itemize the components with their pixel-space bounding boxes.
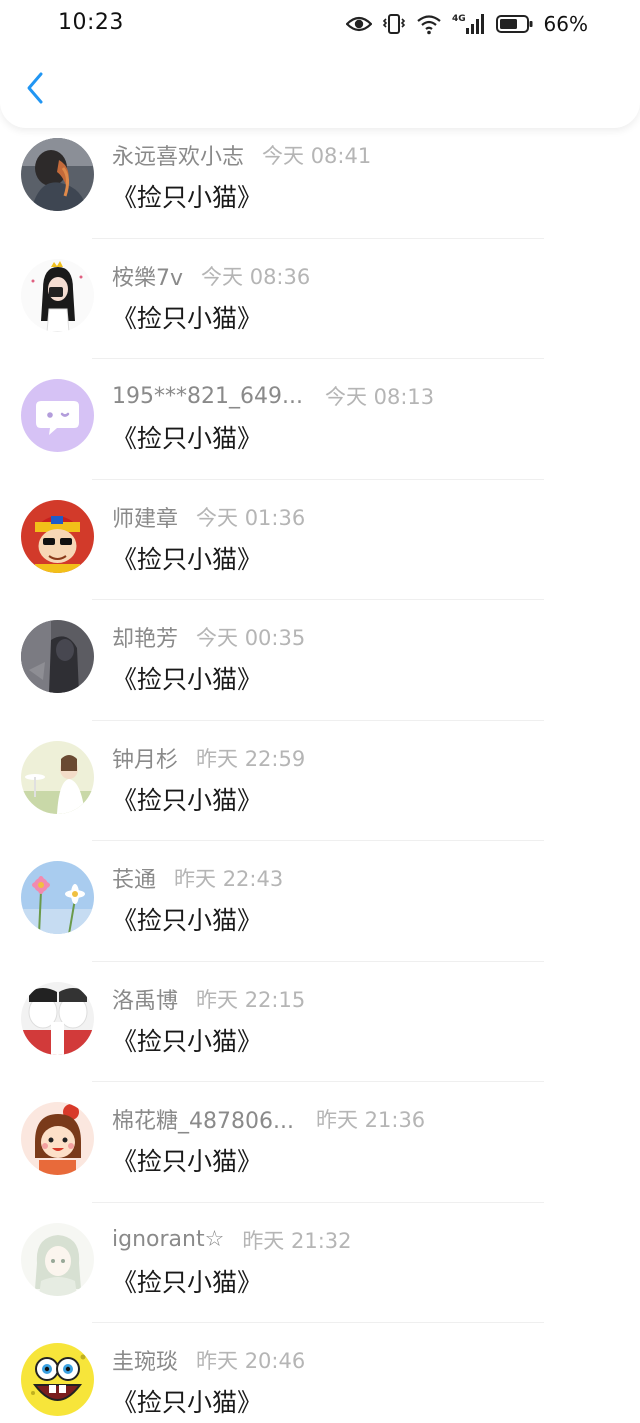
list-item[interactable]: 洛禹博 昨天 22:15 《捡只小猫》 <box>0 962 640 1082</box>
status-time: 10:23 <box>58 10 124 35</box>
username[interactable]: 苌通 <box>112 862 156 894</box>
comment-list: 永远喜欢小志 今天 08:41 《捡只小猫》 桉樂7v 今天 08:36 《捡只… <box>0 118 640 1423</box>
comment-list-screen: 10:23 4G 66% 永远喜欢小志 今天 08:41 《捡只小猫》 桉樂7v… <box>0 0 640 1423</box>
avatar[interactable] <box>21 1343 94 1416</box>
book-title[interactable]: 《捡只小猫》 <box>112 178 262 214</box>
avatar[interactable] <box>21 1102 94 1175</box>
avatar[interactable] <box>21 138 94 211</box>
comment-meta: 苌通 昨天 22:43 <box>112 863 283 893</box>
comment-meta: ignorant☆ 昨天 21:32 <box>112 1225 352 1255</box>
book-title[interactable]: 《捡只小猫》 <box>112 419 262 455</box>
book-title[interactable]: 《捡只小猫》 <box>112 1022 262 1058</box>
username[interactable]: 钟月杉 <box>112 742 178 774</box>
timestamp: 今天 08:36 <box>201 264 311 289</box>
username[interactable]: 棉花糖_487806... <box>112 1103 294 1135</box>
username[interactable]: 195***821_649... <box>112 384 303 409</box>
book-title[interactable]: 《捡只小猫》 <box>112 781 262 817</box>
avatar[interactable] <box>21 981 94 1055</box>
comment-meta: 永远喜欢小志 今天 08:41 <box>112 140 371 170</box>
username[interactable]: 永远喜欢小志 <box>112 139 244 171</box>
chevron-left-icon <box>25 71 45 109</box>
timestamp: 今天 08:13 <box>324 385 435 409</box>
username[interactable]: ignorant☆ <box>112 1227 224 1252</box>
book-title[interactable]: 《捡只小猫》 <box>112 540 262 576</box>
list-item[interactable]: ignorant☆ 昨天 21:32 《捡只小猫》 <box>0 1203 640 1323</box>
avatar[interactable] <box>21 620 94 693</box>
list-item[interactable]: 苌通 昨天 22:43 《捡只小猫》 <box>0 841 640 962</box>
list-item[interactable]: 桉樂7v 今天 08:36 《捡只小猫》 <box>0 239 640 359</box>
comment-meta: 却艳芳 今天 00:35 <box>112 622 305 652</box>
comment-meta: 师建章 今天 01:36 <box>112 502 305 532</box>
timestamp: 昨天 22:59 <box>196 746 306 771</box>
timestamp: 昨天 20:46 <box>196 1349 306 1373</box>
avatar[interactable] <box>21 258 94 332</box>
timestamp: 今天 08:41 <box>262 144 372 168</box>
timestamp: 昨天 21:32 <box>242 1228 352 1253</box>
list-item[interactable]: 永远喜欢小志 今天 08:41 《捡只小猫》 <box>0 118 640 239</box>
book-title[interactable]: 《捡只小猫》 <box>112 299 262 335</box>
comment-meta: 洛禹博 昨天 22:15 <box>112 984 305 1014</box>
avatar[interactable] <box>21 379 94 452</box>
book-title[interactable]: 《捡只小猫》 <box>112 901 262 937</box>
book-title[interactable]: 《捡只小猫》 <box>112 1142 262 1178</box>
list-item[interactable]: 圭琬琰 昨天 20:46 《捡只小猫》 <box>0 1323 640 1423</box>
comment-meta: 钟月杉 昨天 22:59 <box>112 743 305 773</box>
avatar[interactable] <box>21 740 94 814</box>
list-item[interactable]: 却艳芳 今天 00:35 《捡只小猫》 <box>0 600 640 721</box>
list-item[interactable]: 195***821_649... 今天 08:13 《捡只小猫》 <box>0 359 640 480</box>
comment-meta: 桉樂7v 今天 08:36 <box>112 261 310 291</box>
book-title[interactable]: 《捡只小猫》 <box>112 1383 262 1419</box>
timestamp: 今天 01:36 <box>196 505 306 530</box>
comment-meta: 195***821_649... 今天 08:13 <box>112 381 434 411</box>
book-title[interactable]: 《捡只小猫》 <box>112 1263 262 1299</box>
battery-percent: 66% <box>543 12 588 36</box>
avatar[interactable] <box>21 499 94 573</box>
comment-meta: 棉花糖_487806... 昨天 21:36 <box>112 1104 425 1134</box>
username[interactable]: 桉樂7v <box>112 260 183 292</box>
wifi-icon <box>416 13 442 35</box>
battery-icon <box>495 14 534 34</box>
timestamp: 今天 00:35 <box>196 626 306 650</box>
username[interactable]: 师建章 <box>112 501 178 533</box>
username[interactable]: 圭琬琰 <box>112 1344 178 1376</box>
timestamp: 昨天 22:15 <box>196 987 306 1012</box>
list-item[interactable]: 钟月杉 昨天 22:59 《捡只小猫》 <box>0 721 640 841</box>
back-button[interactable] <box>18 70 52 110</box>
top-nav-bar <box>0 48 640 128</box>
timestamp: 昨天 21:36 <box>315 1108 426 1132</box>
list-item[interactable]: 棉花糖_487806... 昨天 21:36 《捡只小猫》 <box>0 1082 640 1203</box>
list-item[interactable]: 师建章 今天 01:36 《捡只小猫》 <box>0 480 640 600</box>
status-icons: 4G 66% <box>345 10 588 38</box>
book-title[interactable]: 《捡只小猫》 <box>112 660 262 696</box>
svg-text:4G: 4G <box>452 14 466 24</box>
cellular-signal-icon: 4G <box>452 12 486 36</box>
username[interactable]: 却艳芳 <box>112 621 178 653</box>
status-bar: 10:23 4G 66% <box>0 0 640 48</box>
username[interactable]: 洛禹博 <box>112 983 178 1015</box>
avatar[interactable] <box>21 861 94 934</box>
avatar[interactable] <box>21 1222 94 1296</box>
comment-meta: 圭琬琰 昨天 20:46 <box>112 1345 305 1375</box>
vibrate-icon <box>382 13 406 35</box>
timestamp: 昨天 22:43 <box>174 867 284 891</box>
eye-icon <box>345 14 372 34</box>
